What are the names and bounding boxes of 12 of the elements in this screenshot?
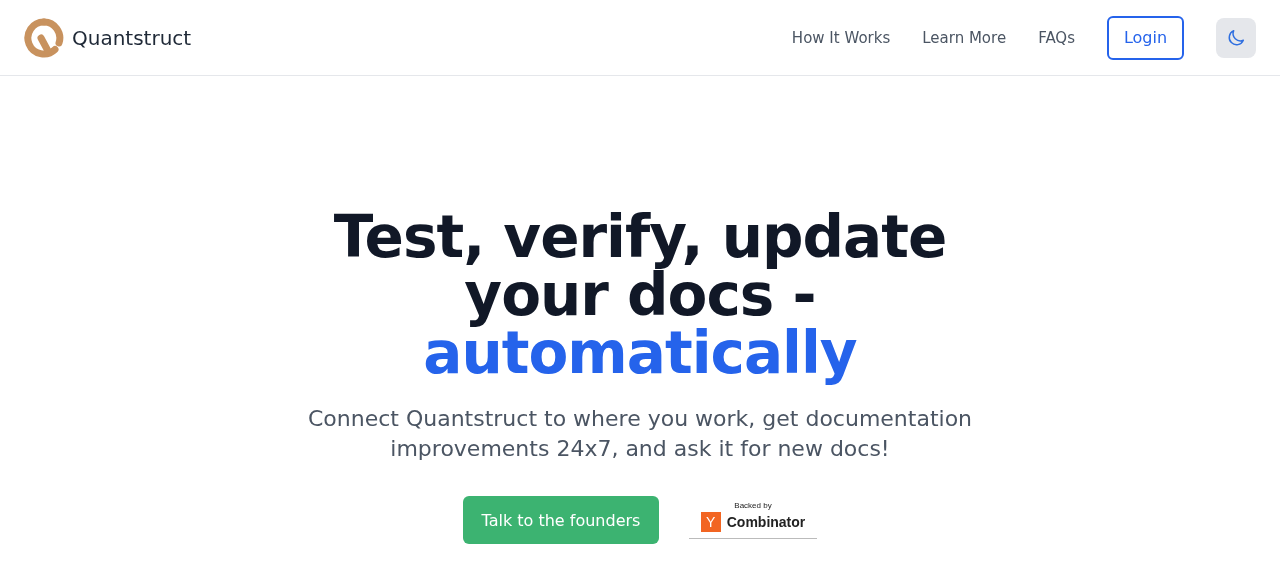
brand-name[interactable]: Quantstruct [72, 25, 192, 50]
theme-toggle-button[interactable] [1216, 17, 1256, 58]
nav-link[interactable]: How It Works [791, 28, 891, 47]
nav-link[interactable]: Learn More [922, 28, 1007, 47]
badge-caption: Backed by [734, 501, 772, 510]
nav-link[interactable]: FAQs [1038, 28, 1075, 47]
y-logo-icon: Y [700, 512, 721, 532]
logo-icon [24, 17, 64, 58]
login-button[interactable]: Login [1107, 15, 1184, 60]
subtitle: Connect Quantstruct to where you work, get documentation improvements 24x7, and ask it for new docs! [306, 405, 974, 463]
backed-by-badge[interactable]: Backed by Y Combinator [689, 501, 817, 539]
badge-name: Combinator [726, 514, 806, 530]
